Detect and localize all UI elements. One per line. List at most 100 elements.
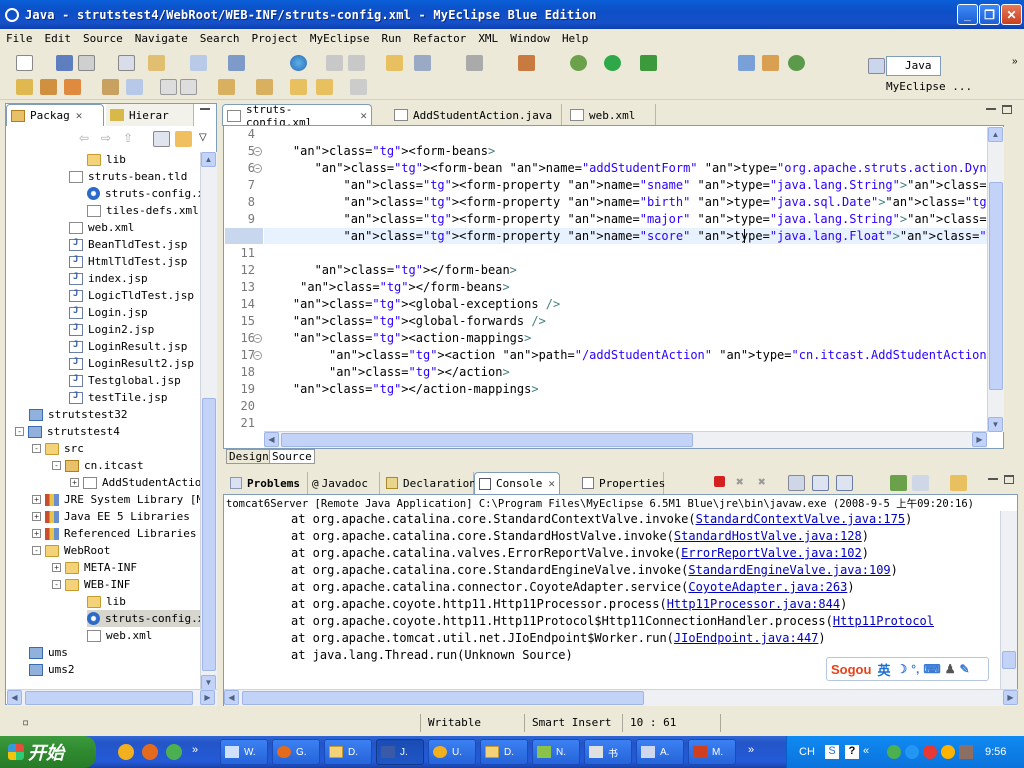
task-button[interactable]: U. [428, 739, 476, 765]
java-perspective-button[interactable]: Java [886, 56, 941, 76]
tree-item[interactable]: + JRE System Library [My [32, 491, 202, 508]
zoom-in-icon[interactable] [160, 79, 177, 95]
source-link[interactable]: StandardEngineValve.java:109 [688, 563, 890, 577]
open-perspective-icon[interactable] [868, 58, 885, 74]
maximize-editor-icon[interactable] [1002, 105, 1012, 114]
menu-file[interactable]: File [0, 32, 39, 45]
forward-icon[interactable] [350, 79, 367, 95]
close-icon[interactable]: ✕ [76, 109, 83, 122]
expand-icon[interactable]: + [32, 529, 41, 538]
scroll-thumb[interactable] [242, 691, 644, 705]
fold-toggle-icon[interactable]: − [253, 334, 262, 343]
tree-item[interactable]: struts-config.xml [87, 610, 202, 627]
minimize-console-icon[interactable] [988, 478, 998, 481]
moon-icon[interactable]: ☽ [896, 662, 907, 676]
close-icon[interactable]: ✕ [548, 477, 555, 490]
tree-item[interactable]: + Referenced Libraries [32, 525, 196, 542]
source-link[interactable]: ErrorReportValve.java:102 [681, 546, 862, 560]
scroll-down-arrow[interactable]: ▼ [988, 417, 1003, 432]
scroll-right-arrow[interactable]: ▶ [1003, 690, 1018, 705]
menu-navigate[interactable]: Navigate [129, 32, 194, 45]
myeclipse-perspective-button[interactable]: MyEclipse ... [886, 80, 972, 93]
collapse-icon[interactable]: - [15, 427, 24, 436]
run-icon[interactable] [604, 55, 621, 71]
tree-item[interactable]: strutstest32 [29, 406, 127, 423]
deploy-icon[interactable] [118, 55, 135, 71]
tree-item[interactable]: + META-INF [52, 559, 137, 576]
code-area[interactable]: "an">class="tg"><form-beans> "an">class=… [264, 126, 987, 431]
tree-item[interactable]: + AddStudentAction [70, 474, 202, 491]
fold-toggle-icon[interactable]: − [253, 147, 262, 156]
tree-item[interactable]: LoginResult2.jsp [69, 355, 194, 372]
link-editor-icon[interactable] [175, 131, 192, 147]
search-icon[interactable] [190, 55, 207, 71]
settings-icon[interactable] [414, 55, 431, 71]
tree-item[interactable]: tiles-defs.xml [87, 202, 199, 219]
menu-window[interactable]: Window [504, 32, 556, 45]
more-perspectives-icon[interactable]: » [1012, 56, 1018, 67]
tree-item[interactable]: web.xml [69, 219, 134, 236]
tree-item[interactable]: testTile.jsp [69, 389, 167, 406]
close-button[interactable]: ✕ [1001, 4, 1022, 25]
start-button[interactable]: 开始 [0, 736, 96, 768]
collapse-icon[interactable]: - [52, 580, 61, 589]
tree-item[interactable]: struts-config.xml [87, 185, 202, 202]
more-tasks-icon[interactable]: » [748, 744, 754, 756]
messenger-icon[interactable] [166, 744, 182, 760]
language-indicator[interactable]: CH [799, 746, 815, 758]
expand-icon[interactable]: + [70, 478, 79, 487]
open-folder-icon[interactable] [16, 79, 33, 95]
open-console-icon[interactable] [950, 475, 967, 491]
explorer-hscrollbar[interactable]: ◀ ▶ [7, 689, 217, 706]
scroll-thumb[interactable] [202, 398, 216, 671]
source-link[interactable]: CoyoteAdapter.java:263 [688, 580, 847, 594]
tab-addstudentaction[interactable]: AddStudentAction.java [390, 104, 562, 126]
cut-icon[interactable] [326, 55, 343, 71]
menu-search[interactable]: Search [194, 32, 246, 45]
save-icon[interactable] [56, 55, 73, 71]
source-link[interactable]: JIoEndpoint.java:447 [674, 631, 819, 645]
new-icon[interactable] [16, 55, 33, 71]
collapse-icon[interactable]: - [32, 546, 41, 555]
edit-icon[interactable] [40, 79, 57, 95]
tree-item[interactable]: - WebRoot [32, 542, 110, 559]
source-link[interactable]: StandardContextValve.java:175 [696, 512, 906, 526]
brush-icon[interactable] [64, 79, 81, 95]
collapse-icon[interactable]: - [52, 461, 61, 470]
tab-problems[interactable]: Problems [226, 472, 308, 494]
scroll-thumb[interactable] [25, 691, 193, 705]
tree-item[interactable]: lib [87, 151, 126, 168]
tree-item[interactable]: - WEB-INF [52, 576, 130, 593]
menu-xml[interactable]: XML [472, 32, 504, 45]
tree-item[interactable]: - cn.itcast [52, 457, 144, 474]
open-type-icon[interactable] [738, 55, 755, 71]
punctuation-icon[interactable]: °, [911, 662, 919, 676]
scroll-left-arrow[interactable]: ◀ [264, 432, 279, 447]
external-tools-icon[interactable] [640, 55, 657, 71]
scroll-down-arrow[interactable]: ▼ [201, 675, 216, 690]
collapse-icon[interactable]: - [32, 444, 41, 453]
tree-item[interactable]: LogicTldTest.jsp [69, 287, 194, 304]
menu-source[interactable]: Source [77, 32, 129, 45]
user-icon[interactable]: ♟ [945, 662, 956, 676]
maximize-console-icon[interactable] [1004, 475, 1014, 484]
editor-vscrollbar[interactable]: ▲ ▼ [987, 127, 1004, 432]
scroll-thumb[interactable] [281, 433, 693, 447]
tab-web-xml[interactable]: web.xml [566, 104, 656, 126]
last-edit-icon[interactable] [290, 79, 307, 95]
ime-mode[interactable]: 英 [877, 660, 890, 679]
show-console-icon[interactable] [836, 475, 853, 491]
menu-run[interactable]: Run [375, 32, 407, 45]
tree-item[interactable]: ums2 [29, 661, 75, 678]
tree-item[interactable]: Testglobal.jsp [69, 372, 181, 389]
source-link[interactable]: Http11Protocol [833, 614, 934, 628]
tree-item[interactable]: lib [87, 593, 126, 610]
annotation-icon[interactable] [102, 79, 119, 95]
clear-console-icon[interactable] [788, 475, 805, 491]
task-button[interactable]: G. [272, 739, 320, 765]
copy-icon[interactable] [348, 55, 365, 71]
help-icon[interactable]: ? [845, 745, 859, 759]
refresh-icon[interactable] [788, 55, 805, 71]
tree-item[interactable]: - src [32, 440, 84, 457]
up-arrow-icon[interactable]: ⇧ [123, 131, 140, 147]
